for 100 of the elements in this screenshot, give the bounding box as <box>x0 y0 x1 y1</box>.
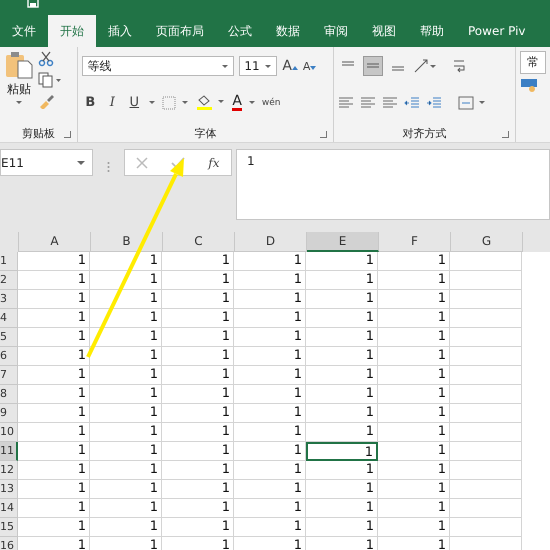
table-cell: 1 <box>90 366 162 385</box>
row-header[interactable]: 8 <box>0 385 18 404</box>
name-box[interactable]: E11 <box>0 149 93 176</box>
dialog-launcher-icon[interactable] <box>320 131 327 138</box>
row-header[interactable]: 9 <box>0 404 18 423</box>
ribbon-tab[interactable]: 审阅 <box>312 15 360 47</box>
dropdown-arrow-icon <box>15 100 23 105</box>
ribbon-tab[interactable]: 视图 <box>360 15 408 47</box>
currency-icon[interactable] <box>520 78 538 92</box>
table-cell <box>450 461 522 480</box>
ribbon-tab[interactable]: 数据 <box>264 15 312 47</box>
table-cell: 1 <box>306 366 378 385</box>
table-cell: 1 <box>90 442 162 461</box>
horizontal-align-icon[interactable] <box>382 96 398 108</box>
table-cell <box>450 366 522 385</box>
dropdown-arrow-icon[interactable] <box>248 100 256 105</box>
row-header[interactable]: 3 <box>0 290 18 309</box>
shrink-font-button[interactable]: A <box>302 60 316 72</box>
save-icon[interactable] <box>27 0 39 8</box>
table-cell: 1 <box>234 290 306 309</box>
row-header[interactable]: 16 <box>0 537 18 550</box>
cut-icon[interactable] <box>38 51 54 67</box>
phonetic-guide-button[interactable]: wén <box>262 98 280 108</box>
ribbon-tab[interactable]: 开始 <box>48 15 96 47</box>
row-header[interactable]: 13 <box>0 480 18 499</box>
row-header[interactable]: 10 <box>0 423 18 442</box>
borders-icon[interactable] <box>162 96 190 110</box>
row-header[interactable]: 14 <box>0 499 18 518</box>
table-cell: 1 <box>306 328 378 347</box>
column-header[interactable]: G <box>451 232 523 252</box>
table-cell: 1 <box>162 366 234 385</box>
format-painter-icon[interactable] <box>38 93 54 109</box>
row-header[interactable]: 5 <box>0 328 18 347</box>
column-header[interactable]: B <box>91 232 163 252</box>
table-cell: 1 <box>234 347 306 366</box>
bold-button[interactable]: B <box>82 95 98 110</box>
decrease-indent-icon[interactable] <box>404 96 420 108</box>
dropdown-arrow-icon[interactable] <box>148 100 156 105</box>
ribbon-tab[interactable]: Power Piv <box>456 15 538 47</box>
paste-button[interactable]: 粘贴 <box>4 51 34 124</box>
vertical-align-button[interactable] <box>362 56 383 76</box>
ribbon-tab[interactable]: 插入 <box>96 15 144 47</box>
grow-font-button[interactable]: A <box>282 58 298 74</box>
table-cell <box>450 480 522 499</box>
up-triangle-icon <box>292 66 298 70</box>
table-cell: 1 <box>378 442 450 461</box>
table-cell: 1 <box>306 385 378 404</box>
row-header[interactable]: 6 <box>0 347 18 366</box>
table-cell: 1 <box>234 385 306 404</box>
font-size-field[interactable]: 11 <box>239 56 278 76</box>
table-cell: 1 <box>378 499 450 518</box>
ribbon-tab[interactable]: 帮助 <box>408 15 456 47</box>
merge-cells-icon[interactable] <box>458 96 488 110</box>
horizontal-align-icon[interactable] <box>338 96 354 108</box>
table-cell: 1 <box>18 499 90 518</box>
column-header[interactable]: E <box>307 232 379 252</box>
dialog-launcher-icon[interactable] <box>502 131 509 138</box>
table-cell <box>450 290 522 309</box>
row-header[interactable]: 11 <box>0 442 18 461</box>
table-cell: 1 <box>234 480 306 499</box>
down-triangle-icon <box>310 66 316 70</box>
copy-icon[interactable] <box>38 72 62 88</box>
column-header[interactable]: F <box>379 232 451 252</box>
underline-button[interactable]: U <box>126 95 142 110</box>
row-header[interactable]: 1 <box>0 252 18 271</box>
number-format-field[interactable]: 常 <box>520 51 546 74</box>
row-header[interactable]: 4 <box>0 309 18 328</box>
table-cell: 1 <box>378 385 450 404</box>
table-cell: 1 <box>90 252 162 271</box>
increase-indent-icon[interactable] <box>426 96 442 108</box>
row-header[interactable]: 12 <box>0 461 18 480</box>
checkmark-icon[interactable] <box>171 156 186 168</box>
table-cell: 1 <box>18 480 90 499</box>
font-name-field[interactable]: 等线 <box>82 56 234 76</box>
fill-color-icon[interactable] <box>196 94 226 111</box>
table-cell: 1 <box>378 309 450 328</box>
column-header[interactable]: A <box>19 232 91 252</box>
ribbon-tab[interactable]: 页面布局 <box>144 15 216 47</box>
column-header[interactable]: C <box>163 232 235 252</box>
group-label: 对齐方式 <box>402 126 446 140</box>
formula-input[interactable]: 1 <box>236 149 550 220</box>
italic-button[interactable]: I <box>104 95 120 110</box>
row-header[interactable]: 7 <box>0 366 18 385</box>
ribbon-tab[interactable]: 公式 <box>216 15 264 47</box>
dropdown-arrow-icon <box>76 160 86 166</box>
table-cell: 1 <box>90 271 162 290</box>
dialog-launcher-icon[interactable] <box>64 131 72 138</box>
row-header[interactable]: 15 <box>0 518 18 537</box>
font-color-button[interactable]: A <box>232 94 242 111</box>
table-cell: 1 <box>18 252 90 271</box>
table-cell: 1 <box>162 404 234 423</box>
dropdown-arrow-icon <box>264 64 272 68</box>
horizontal-align-icon[interactable] <box>360 96 376 108</box>
ribbon-tab[interactable]: 文件 <box>0 15 48 47</box>
row-header[interactable]: 2 <box>0 271 18 290</box>
table-cell: 1 <box>90 385 162 404</box>
table-cell: 1 <box>18 290 90 309</box>
insert-function-button[interactable]: fx <box>208 156 220 170</box>
table-cell: 1 <box>162 461 234 480</box>
orientation-icon[interactable] <box>412 58 437 74</box>
